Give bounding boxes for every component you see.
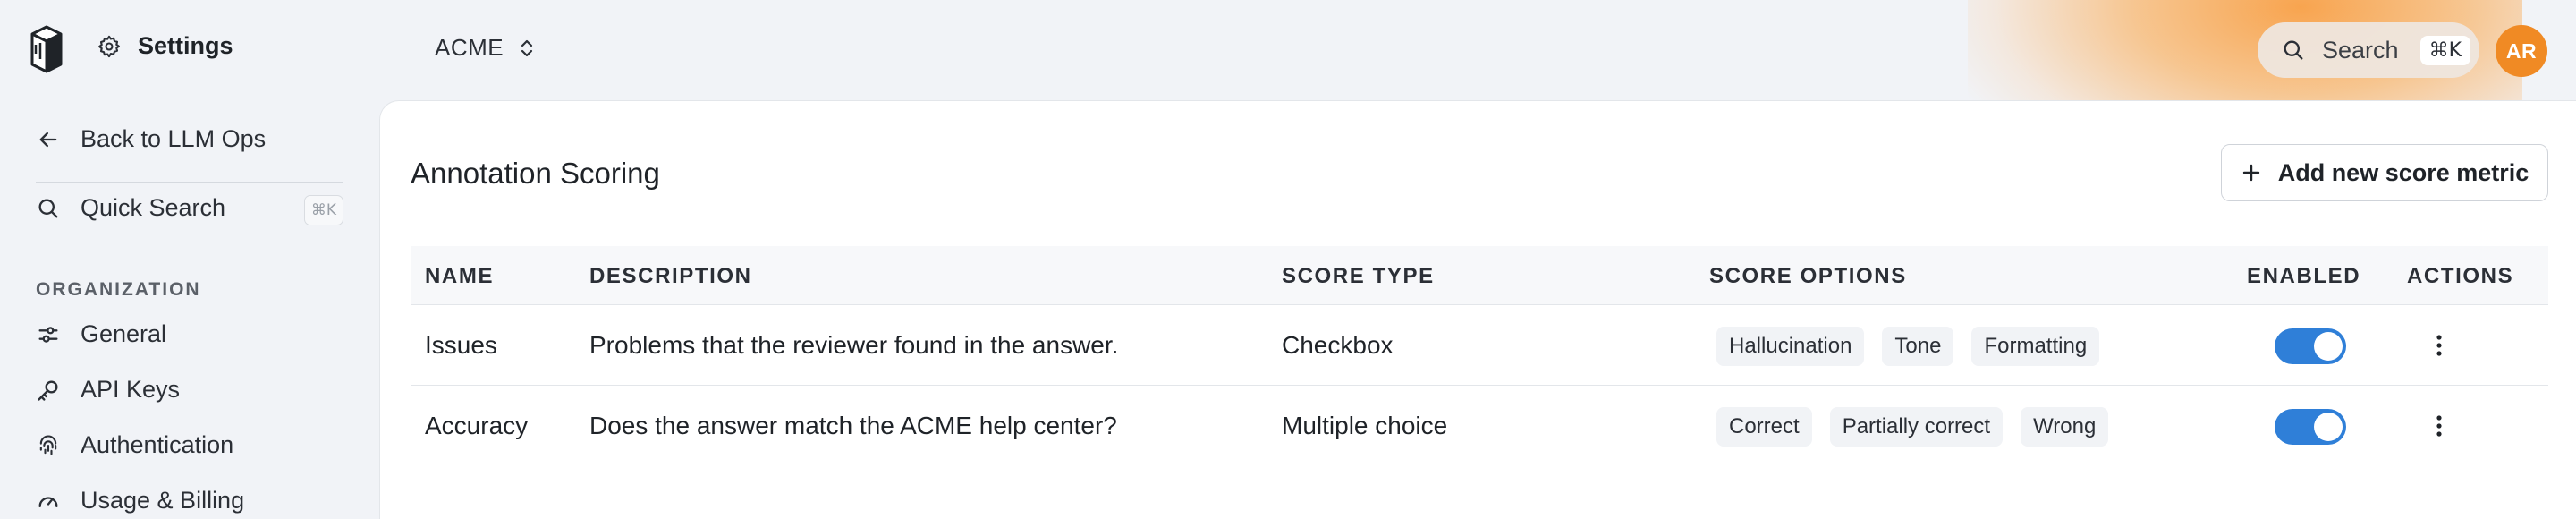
- score-option-chip: Partially correct: [1829, 407, 2004, 447]
- sidebar-item-usage-billing[interactable]: Usage & Billing: [36, 487, 244, 515]
- search-shortcut-badge: ⌘K: [2419, 35, 2470, 65]
- row-description: Problems that the reviewer found in the …: [589, 331, 1119, 359]
- main-panel: Annotation Scoring Add new score metric …: [379, 100, 2576, 519]
- section-label-organization: ORGANIZATION: [36, 279, 201, 300]
- back-to-llm-ops-link[interactable]: Back to LLM Ops: [36, 125, 266, 153]
- chevron-up-down-icon: [521, 39, 533, 56]
- score-option-chip: Wrong: [2021, 407, 2109, 447]
- score-option-chip: Correct: [1716, 407, 1812, 447]
- more-vertical-icon[interactable]: [2428, 332, 2450, 359]
- page-title: Annotation Scoring: [411, 157, 660, 190]
- table-header: NAME DESCRIPTION SCORE TYPE SCORE OPTION…: [411, 246, 2548, 305]
- sidebar-item-api-keys[interactable]: API Keys: [36, 376, 180, 404]
- row-score-type: Checkbox: [1282, 331, 1394, 359]
- row-name: Issues: [425, 331, 497, 359]
- arrow-left-icon: [39, 132, 57, 147]
- row-score-type: Multiple choice: [1282, 412, 1448, 439]
- sliders-icon: [38, 326, 58, 343]
- add-score-metric-button[interactable]: Add new score metric: [2221, 144, 2548, 201]
- score-option-chip: Formatting: [1971, 327, 2100, 366]
- fingerprint-icon: [39, 435, 57, 455]
- org-switcher[interactable]: ACME: [435, 34, 536, 62]
- score-options: Correct Partially correct Wrong: [1716, 407, 2109, 447]
- user-avatar[interactable]: AR: [2496, 25, 2547, 77]
- search-label: Search: [2322, 36, 2399, 64]
- settings-title: Settings: [138, 32, 233, 59]
- quick-search-shortcut-badge: ⌘K: [304, 195, 343, 225]
- gear-icon: [98, 35, 120, 57]
- plus-icon: [2242, 164, 2259, 182]
- org-name: ACME: [435, 34, 504, 61]
- sidebar: Back to LLM Ops Quick Search ⌘K ORGANIZA…: [0, 100, 379, 519]
- add-button-label: Add new score metric: [2277, 158, 2529, 186]
- top-bar: Settings ACME Search ⌘K AR: [0, 0, 2576, 179]
- more-vertical-icon[interactable]: [2428, 413, 2450, 439]
- sidebar-item-label: Usage & Billing: [80, 487, 245, 514]
- row-name: Accuracy: [425, 412, 529, 439]
- quick-search-button[interactable]: Quick Search: [36, 194, 225, 222]
- row-description: Does the answer match the ACME help cent…: [589, 412, 1117, 439]
- app-root: Settings ACME Search ⌘K AR Back to LLM O…: [0, 0, 2576, 519]
- back-label: Back to LLM Ops: [80, 125, 267, 152]
- column-header-description: DESCRIPTION: [589, 264, 752, 288]
- sidebar-item-general[interactable]: General: [36, 320, 166, 348]
- table-row[interactable]: Accuracy Does the answer match the ACME …: [411, 386, 2548, 466]
- column-header-actions: ACTIONS: [2407, 264, 2514, 288]
- enabled-toggle[interactable]: [2275, 409, 2346, 445]
- gauge-icon: [38, 496, 58, 507]
- score-options: Hallucination Tone Formatting: [1716, 327, 2100, 366]
- score-option-chip: Tone: [1882, 327, 1954, 366]
- score-metrics-table: NAME DESCRIPTION SCORE TYPE SCORE OPTION…: [411, 246, 2548, 466]
- score-option-chip: Hallucination: [1716, 327, 1865, 366]
- sidebar-divider: [36, 182, 343, 183]
- settings-header: Settings: [97, 32, 233, 60]
- quick-search-label: Quick Search: [80, 194, 226, 221]
- sidebar-item-authentication[interactable]: Authentication: [36, 431, 233, 459]
- sidebar-item-label: API Keys: [80, 376, 181, 403]
- column-header-score-type: SCORE TYPE: [1282, 264, 1435, 288]
- search-icon: [2284, 40, 2303, 60]
- global-search-button[interactable]: Search ⌘K: [2258, 22, 2479, 78]
- sidebar-item-label: Authentication: [80, 431, 234, 458]
- enabled-toggle[interactable]: [2275, 328, 2346, 364]
- table-row[interactable]: Issues Problems that the reviewer found …: [411, 305, 2548, 386]
- column-header-name: NAME: [425, 264, 495, 288]
- sidebar-item-label: General: [80, 320, 167, 347]
- column-header-enabled: ENABLED: [2247, 264, 2361, 288]
- column-header-score-options: SCORE OPTIONS: [1709, 264, 1907, 288]
- search-icon: [38, 199, 58, 217]
- app-logo-icon[interactable]: [27, 25, 66, 73]
- key-icon: [38, 380, 58, 401]
